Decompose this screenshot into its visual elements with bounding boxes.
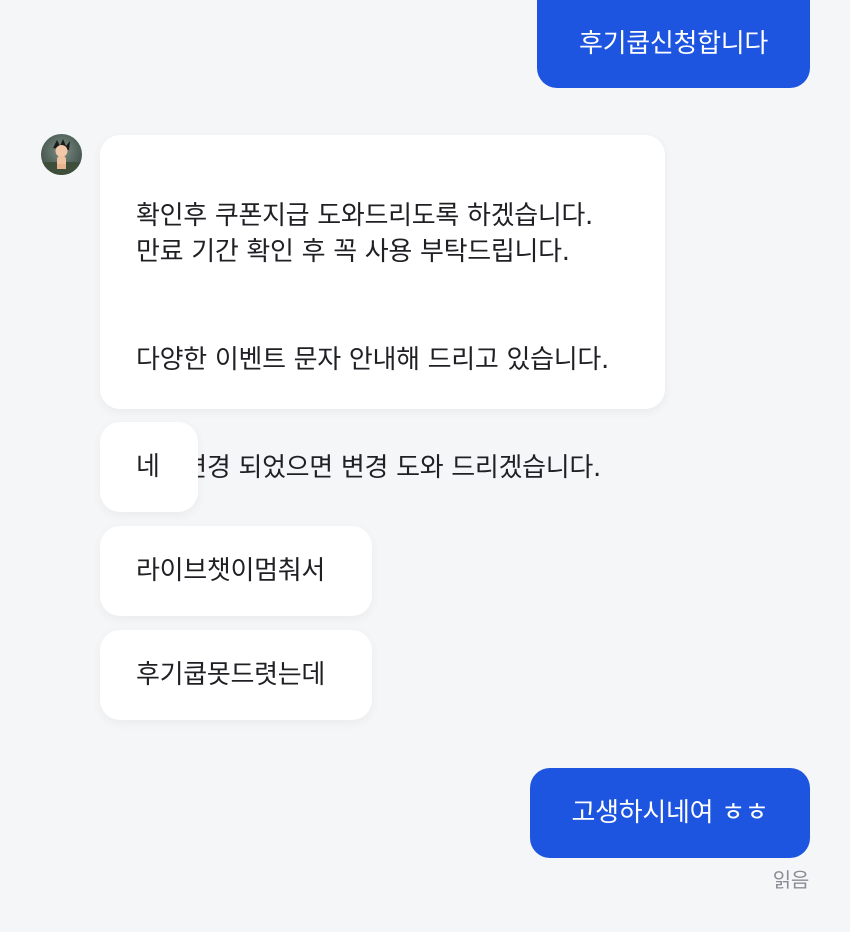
message-text: 후기쿱신청합니다 <box>579 29 768 59</box>
incoming-message: 확인후 쿠폰지급 도와드리도록 하겠습니다. 만료 기간 확인 후 꼭 사용 부… <box>100 135 665 483</box>
message-paragraph: 번호변경 되었으면 변경 도와 드리겠습니다. <box>136 453 601 483</box>
agent-avatar[interactable] <box>41 134 82 175</box>
message-text: 고생하시네여 ㅎㅎ <box>571 798 769 828</box>
message-text: 라이브챗이멈춰서 <box>136 556 325 586</box>
incoming-message: 네 <box>100 422 198 512</box>
message-text: 후기쿱못드렷는데 <box>136 660 325 690</box>
message-paragraph: 다양한 이벤트 문자 안내해 드리고 있습니다. <box>136 345 609 375</box>
message-text: 네 <box>136 452 160 482</box>
incoming-message: 후기쿱못드렷는데 <box>100 630 372 720</box>
chat-conversation: 후기쿱신청합니다 확인후 쿠폰지급 도와드리도록 하겠습니다. 만료 기간 확인… <box>0 0 850 932</box>
outgoing-message: 고생하시네여 ㅎㅎ <box>530 768 810 858</box>
incoming-message: 라이브챗이멈춰서 <box>100 526 372 616</box>
message-body: 확인후 쿠폰지급 도와드리도록 하겠습니다. 만료 기간 확인 후 꼭 사용 부… <box>136 162 609 522</box>
read-receipt: 읽음 <box>772 868 810 892</box>
outgoing-message: 후기쿱신청합니다 <box>537 0 810 88</box>
avatar-figure-icon <box>41 139 82 175</box>
message-paragraph: 확인후 쿠폰지급 도와드리도록 하겠습니다. 만료 기간 확인 후 꼭 사용 부… <box>136 201 594 267</box>
